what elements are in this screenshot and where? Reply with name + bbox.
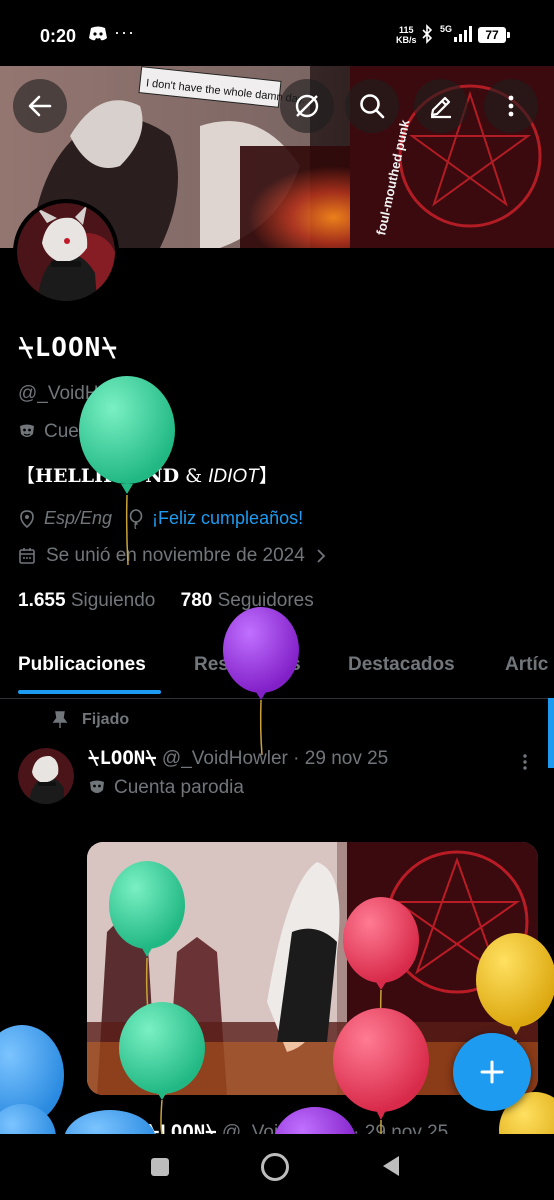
post-date: 29 nov 25 — [304, 748, 389, 769]
followers-link[interactable]: 780 Seguidores — [181, 590, 314, 611]
more-button[interactable] — [484, 79, 538, 133]
joined-row[interactable]: Se unió en noviembre de 2024 — [18, 545, 327, 567]
pin-icon — [52, 711, 68, 728]
more-vertical-icon — [508, 95, 514, 117]
parody-label: Cuenta parodia — [18, 421, 174, 443]
joined-date: Se unió en noviembre de 2024 — [46, 545, 305, 566]
discord-icon — [88, 26, 108, 47]
location: Esp/Eng — [44, 508, 113, 528]
balloon-blue-1 — [0, 1025, 64, 1125]
following-link[interactable]: 1.655 Siguiendo — [18, 590, 155, 611]
arrow-left-icon — [28, 95, 52, 117]
status-more-icon: ··· — [114, 22, 135, 42]
birthday-link[interactable]: ¡Feliz cumpleaños! — [152, 508, 303, 529]
triangle-back-icon — [383, 1156, 399, 1176]
post-author-handle[interactable]: @_VoidHowler — [162, 748, 288, 769]
more-vertical-icon — [523, 754, 527, 770]
back-button[interactable] — [13, 79, 67, 133]
scroll-indicator — [548, 698, 554, 768]
back-nav-button[interactable] — [381, 1154, 401, 1183]
grok-icon — [295, 94, 319, 118]
post-header: ⍀LOON⍀ @_VoidHowler · 29 nov 25 — [88, 747, 389, 769]
pencil-icon — [430, 96, 451, 119]
status-time: 0:20 — [40, 26, 77, 46]
bluetooth-icon — [422, 24, 433, 44]
grok-button[interactable] — [280, 79, 334, 133]
profile-avatar[interactable] — [13, 199, 119, 305]
profile-meta: Esp/Eng ¡Feliz cumpleaños! — [18, 508, 303, 529]
post-more-button[interactable] — [518, 752, 532, 777]
chevron-right-icon — [317, 549, 326, 563]
search-button[interactable] — [345, 79, 399, 133]
edit-button[interactable] — [414, 79, 468, 133]
net-speed: 115 KB/s — [396, 25, 417, 45]
tab-articulos[interactable]: Artíc — [505, 654, 548, 676]
home-button[interactable] — [261, 1153, 289, 1181]
system-nav-bar — [0, 1134, 554, 1200]
status-bar: 0:20 ··· 115 KB/s 5G 77 — [0, 0, 554, 66]
status-icons: 5G — [420, 22, 476, 51]
balloon-icon — [129, 508, 143, 529]
compose-button[interactable] — [453, 1033, 531, 1111]
post-author-name[interactable]: ⍀LOON⍀ — [88, 747, 157, 769]
calendar-icon — [19, 548, 35, 564]
handle: @_VoidHowler — [18, 383, 144, 404]
location-pin-icon — [20, 509, 34, 528]
pinned-label: Fijado — [52, 711, 129, 729]
post-parody-label: Cuenta parodia — [88, 777, 244, 799]
tab-respuestas[interactable]: Respuestas — [194, 654, 301, 676]
plus-icon — [480, 1060, 504, 1084]
recents-button[interactable] — [151, 1158, 169, 1176]
active-tab-indicator — [18, 690, 161, 694]
signal-icon — [454, 26, 472, 42]
mask-icon — [90, 780, 104, 793]
bio: 【HELLHOUND & IDIOT】 — [16, 465, 278, 487]
battery-indicator: 77 — [478, 27, 510, 43]
signal-type: 5G — [440, 24, 452, 34]
search-icon — [360, 94, 385, 119]
post-author-avatar[interactable] — [18, 748, 74, 804]
follow-stats: 1.655 Siguiendo 780 Seguidores — [18, 590, 314, 612]
tab-publicaciones[interactable]: Publicaciones — [18, 654, 146, 676]
mask-icon — [20, 424, 34, 437]
display-name: ⍀LOON⍀ — [18, 333, 118, 363]
tab-destacados[interactable]: Destacados — [348, 654, 455, 676]
